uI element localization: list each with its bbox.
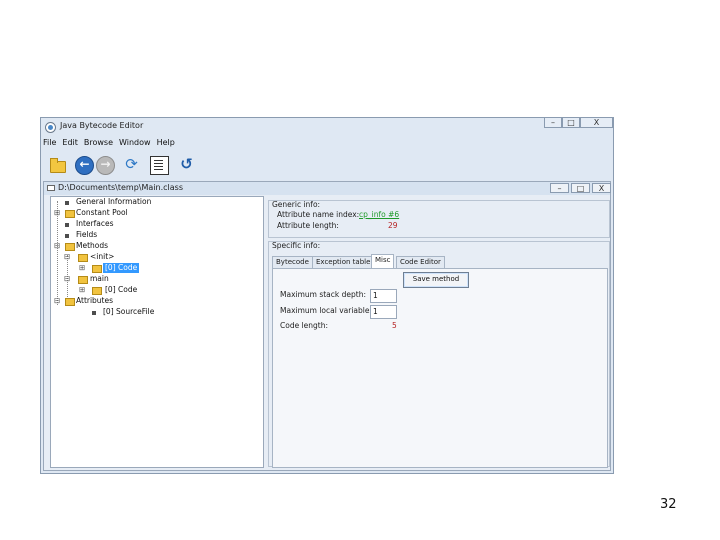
tree-item-init-method[interactable]: <init> (90, 252, 114, 262)
tree-item-attributes[interactable]: Attributes (76, 296, 113, 306)
undo-icon[interactable]: ↺ (178, 156, 195, 173)
forward-arrow-icon[interactable]: → (96, 156, 115, 175)
tree-item-main-method[interactable]: main (90, 274, 109, 284)
leaf-bullet-icon (65, 201, 69, 205)
maximize-button[interactable]: □ (562, 118, 580, 128)
document-icon[interactable] (150, 156, 169, 175)
folder-icon (78, 254, 88, 262)
back-arrow-icon[interactable]: ← (75, 156, 94, 175)
specific-info-heading: Specific info: (272, 241, 321, 250)
leaf-bullet-icon (65, 223, 69, 227)
tree-item-constant-pool[interactable]: Constant Pool (76, 208, 128, 218)
tree-item-init-code[interactable]: [0] Code (103, 263, 140, 273)
frame-minimize-button[interactable]: – (550, 183, 569, 193)
java-app-icon (45, 122, 56, 133)
max-stack-label: Maximum stack depth: (280, 290, 366, 299)
tree-item-methods[interactable]: Methods (76, 241, 108, 251)
tree-item-general-information[interactable]: General Information (76, 197, 151, 207)
code-length-value: 5 (392, 321, 397, 330)
menu-bar: File Edit Browse Window Help (43, 138, 181, 147)
specific-info-group: Specific info: Bytecode Exception table … (268, 241, 610, 468)
refresh-icon[interactable]: ⟳ (123, 156, 140, 173)
frame-close-button[interactable]: X (592, 183, 611, 193)
frame-title-bar: D:\Documents\temp\Main.class – □ X (44, 182, 611, 195)
menu-edit[interactable]: Edit (62, 138, 78, 147)
code-length-label: Code length: (280, 321, 329, 330)
class-structure-tree[interactable]: General Information ⊞ Constant Pool Inte… (50, 196, 264, 468)
toolbar: ← → ⟳ ↺ (44, 154, 610, 178)
menu-help[interactable]: Help (157, 138, 175, 147)
folder-icon (92, 287, 102, 295)
collapse-icon[interactable]: ⊟ (64, 274, 70, 283)
folder-icon (65, 210, 75, 218)
close-button[interactable]: X (580, 118, 613, 128)
file-path: D:\Documents\temp\Main.class (58, 183, 183, 192)
open-folder-icon[interactable] (49, 156, 66, 173)
attr-length-label: Attribute length: (277, 221, 339, 230)
menu-file[interactable]: File (43, 138, 56, 147)
menu-browse[interactable]: Browse (84, 138, 113, 147)
tree-item-fields[interactable]: Fields (76, 230, 97, 240)
tree-item-interfaces[interactable]: Interfaces (76, 219, 114, 229)
generic-info-heading: Generic info: (272, 200, 321, 209)
folder-icon (65, 298, 75, 306)
frame-maximize-button[interactable]: □ (571, 183, 590, 193)
folder-icon (78, 276, 88, 284)
collapse-icon[interactable]: ⊟ (64, 252, 70, 261)
misc-tab-panel: Save method Maximum stack depth: 1 Maxim… (272, 268, 608, 468)
slide-number: 32 (660, 497, 677, 512)
tab-misc[interactable]: Misc (371, 254, 395, 269)
expand-icon[interactable]: ⊞ (54, 208, 60, 217)
collapse-icon[interactable]: ⊟ (54, 241, 60, 250)
attr-length-value: 29 (388, 221, 398, 230)
attr-name-index-label: Attribute name index: (277, 210, 360, 219)
minimize-button[interactable]: – (544, 118, 562, 128)
tab-strip: Bytecode Exception table Misc Code Edito… (272, 254, 608, 269)
detail-panel: Generic info: Attribute name index: cp_i… (267, 196, 610, 468)
menu-window[interactable]: Window (119, 138, 151, 147)
tree-item-main-code[interactable]: [0] Code (105, 285, 137, 295)
leaf-bullet-icon (92, 311, 96, 315)
window-title: Java Bytecode Editor (60, 121, 144, 130)
app-window: Java Bytecode Editor – □ X File Edit Brows… (40, 117, 614, 474)
folder-icon (47, 185, 55, 191)
tree-item-sourcefile[interactable]: [0] SourceFile (103, 307, 154, 317)
max-locals-field[interactable]: 1 (370, 305, 397, 319)
expand-icon[interactable]: ⊞ (79, 285, 85, 294)
leaf-bullet-icon (65, 234, 69, 238)
collapse-icon[interactable]: ⊟ (54, 296, 60, 305)
folder-icon (65, 243, 75, 251)
save-method-button[interactable]: Save method (403, 272, 469, 288)
folder-icon (92, 265, 102, 273)
attr-name-index-link[interactable]: cp_info #6 (359, 210, 399, 219)
expand-icon[interactable]: ⊞ (79, 263, 85, 272)
class-file-frame: D:\Documents\temp\Main.class – □ X Gener… (43, 181, 611, 471)
max-locals-label: Maximum local variables: (280, 306, 376, 315)
generic-info-group: Generic info: Attribute name index: cp_i… (268, 200, 610, 238)
max-stack-field[interactable]: 1 (370, 289, 397, 303)
